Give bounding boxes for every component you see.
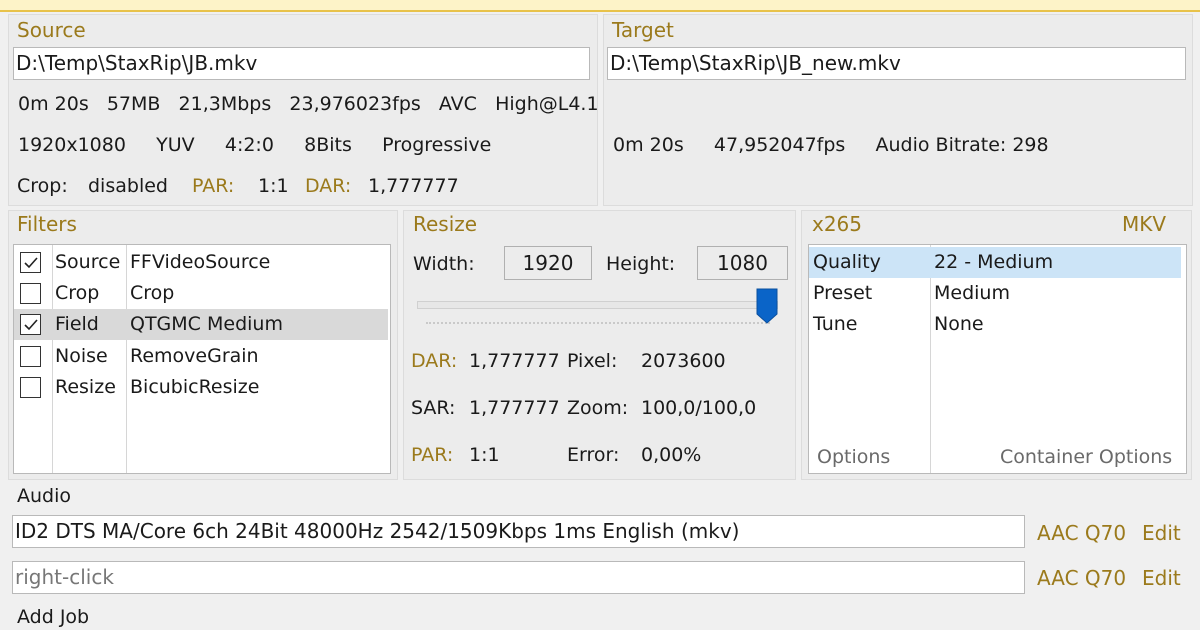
source-crop-label: Crop: bbox=[17, 175, 68, 197]
encoder-title[interactable]: x265 bbox=[812, 212, 862, 236]
encoder-options-link[interactable]: Options bbox=[817, 446, 890, 468]
audio-track-2-field[interactable]: right-click bbox=[12, 561, 1025, 594]
resize-height-label: Height: bbox=[606, 253, 676, 275]
container-options-link[interactable]: Container Options bbox=[1000, 446, 1172, 468]
source-title: Source bbox=[17, 18, 86, 42]
filters-title: Filters bbox=[17, 212, 77, 236]
source-info-line-2: 1920x1080 YUV 4:2:0 8Bits Progressive bbox=[18, 134, 492, 156]
filter-field-checkbox[interactable] bbox=[20, 314, 41, 335]
resize-par-value: 1:1 bbox=[469, 444, 500, 466]
resize-slider-thumb[interactable] bbox=[756, 288, 778, 324]
resize-dar-label[interactable]: DAR: bbox=[411, 350, 457, 372]
filter-noise-checkbox[interactable] bbox=[20, 346, 41, 367]
encoder-row-value: None bbox=[934, 313, 984, 335]
source-crop-value: disabled bbox=[88, 175, 168, 197]
notification-bar bbox=[0, 0, 1200, 12]
audio-track-1-edit[interactable]: Edit bbox=[1142, 521, 1181, 545]
target-title: Target bbox=[612, 18, 674, 42]
source-par-label[interactable]: PAR: bbox=[192, 175, 234, 197]
resize-slider-ticks bbox=[426, 322, 770, 325]
filter-row-field[interactable]: Field QTGMC Medium bbox=[14, 309, 388, 340]
filter-category: Resize bbox=[55, 376, 116, 398]
filter-row-resize[interactable]: Resize BicubicResize bbox=[14, 372, 388, 403]
encoder-row-name: Quality bbox=[813, 251, 881, 273]
filter-row-noise[interactable]: Noise RemoveGrain bbox=[14, 341, 388, 372]
filters-list[interactable]: Source FFVideoSource Crop Crop Field QTG… bbox=[13, 244, 391, 474]
filter-resize-checkbox[interactable] bbox=[20, 377, 41, 398]
resize-width-label: Width: bbox=[413, 253, 475, 275]
source-dar-value: 1,777777 bbox=[368, 175, 459, 197]
resize-error-label: Error: bbox=[567, 444, 620, 466]
source-dar-label[interactable]: DAR: bbox=[305, 175, 351, 197]
audio-track-2-edit[interactable]: Edit bbox=[1142, 566, 1181, 590]
resize-width-input[interactable]: 1920 bbox=[504, 246, 592, 280]
resize-dar-value: 1,777777 bbox=[469, 350, 560, 372]
audio-track-1-field[interactable]: ID2 DTS MA/Core 6ch 24Bit 48000Hz 2542/1… bbox=[12, 515, 1025, 548]
filter-category: Crop bbox=[55, 282, 100, 304]
encoder-row-name: Tune bbox=[813, 313, 858, 335]
filter-category: Source bbox=[55, 251, 121, 273]
filter-name: FFVideoSource bbox=[130, 251, 271, 273]
source-par-value: 1:1 bbox=[258, 175, 289, 197]
target-path-field[interactable]: D:\Temp\StaxRip\JB_new.mkv bbox=[607, 47, 1186, 80]
audio-track-1-profile[interactable]: AAC Q70 bbox=[1037, 521, 1126, 545]
resize-height-input[interactable]: 1080 bbox=[697, 246, 788, 280]
encoder-row-preset[interactable]: Preset Medium bbox=[809, 278, 1181, 309]
container-title[interactable]: MKV bbox=[1122, 212, 1166, 236]
resize-title: Resize bbox=[413, 212, 478, 236]
filter-name: Crop bbox=[130, 282, 175, 304]
source-info-line-1: 0m 20s 57MB 21,3Mbps 23,976023fps AVC Hi… bbox=[18, 93, 599, 115]
encoder-row-tune[interactable]: Tune None bbox=[809, 309, 1181, 340]
encoder-options-list[interactable]: Quality 22 - Medium Preset Medium Tune N… bbox=[808, 244, 1187, 474]
filter-row-source[interactable]: Source FFVideoSource bbox=[14, 247, 388, 278]
resize-pixel-label: Pixel: bbox=[567, 350, 618, 372]
filter-category: Noise bbox=[55, 345, 108, 367]
encoder-row-name: Preset bbox=[813, 282, 873, 304]
resize-pixel-value: 2073600 bbox=[641, 350, 726, 372]
resize-error-value: 0,00% bbox=[641, 444, 702, 466]
resize-zoom-label: Zoom: bbox=[567, 397, 629, 419]
filter-crop-checkbox[interactable] bbox=[20, 283, 41, 304]
encoder-row-value: Medium bbox=[934, 282, 1010, 304]
encoder-row-quality[interactable]: Quality 22 - Medium bbox=[809, 247, 1181, 278]
audio-title: Audio bbox=[17, 485, 72, 507]
filter-name: RemoveGrain bbox=[130, 345, 259, 367]
audio-track-2-profile[interactable]: AAC Q70 bbox=[1037, 566, 1126, 590]
filter-source-checkbox[interactable] bbox=[20, 252, 41, 273]
encoder-row-value: 22 - Medium bbox=[934, 251, 1054, 273]
filter-name: QTGMC Medium bbox=[130, 313, 283, 335]
target-panel bbox=[603, 14, 1193, 206]
resize-slider-track[interactable] bbox=[417, 301, 778, 309]
resize-sar-label: SAR: bbox=[411, 397, 456, 419]
filter-row-crop[interactable]: Crop Crop bbox=[14, 278, 388, 309]
add-job-button[interactable]: Add Job bbox=[17, 606, 89, 628]
source-path-field[interactable]: D:\Temp\StaxRip\JB.mkv bbox=[13, 47, 590, 80]
target-info: 0m 20s 47,952047fps Audio Bitrate: 298 bbox=[613, 134, 1049, 156]
filter-name: BicubicResize bbox=[130, 376, 260, 398]
resize-sar-value: 1,777777 bbox=[469, 397, 560, 419]
resize-zoom-value: 100,0/100,0 bbox=[641, 397, 757, 419]
filter-category: Field bbox=[55, 313, 99, 335]
resize-par-label[interactable]: PAR: bbox=[411, 444, 453, 466]
